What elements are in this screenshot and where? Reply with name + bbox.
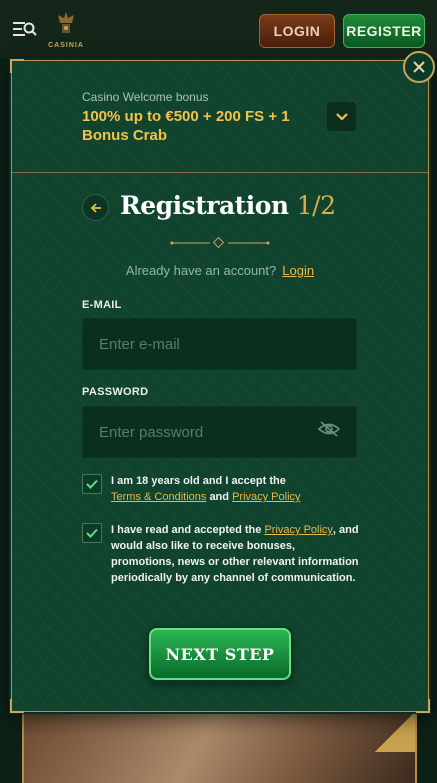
chevron-down-icon: [335, 112, 348, 121]
consent1-and: and: [209, 491, 229, 503]
privacy-link-2[interactable]: Privacy Policy: [264, 524, 332, 536]
next-step-button[interactable]: NEXT STEP: [149, 628, 291, 680]
email-label: E-MAIL: [82, 299, 122, 311]
divider-ornament: [170, 237, 270, 249]
close-button[interactable]: [403, 51, 435, 83]
consent1-text: I am 18 years old and I accept the: [111, 475, 286, 487]
page-title: Registration 1/2: [120, 191, 336, 220]
register-button[interactable]: REGISTER: [343, 14, 425, 48]
corner-ornament: [10, 699, 24, 713]
logo-text: CASINIA: [48, 42, 84, 49]
marketing-consent-text: I have read and accepted the Privacy Pol…: [111, 522, 359, 586]
account-prompt-text: Already have an account?: [125, 263, 277, 278]
casinia-logo[interactable]: CASINIA: [46, 10, 86, 52]
registration-modal: Casino Welcome bonus 100% up to €500 + 2…: [10, 59, 430, 713]
banner-ribbon: [375, 712, 415, 752]
login-link[interactable]: Login: [282, 263, 314, 278]
bonus-label: Casino Welcome bonus: [82, 90, 209, 104]
login-button[interactable]: LOGIN: [259, 14, 335, 48]
crown-logo-icon: [58, 12, 74, 33]
close-icon: [413, 61, 425, 73]
title-text: Registration: [120, 191, 289, 220]
privacy-link[interactable]: Privacy Policy: [232, 491, 300, 503]
menu-search-icon[interactable]: [12, 18, 38, 40]
top-bar: CASINIA LOGIN REGISTER: [0, 0, 437, 58]
terms-link[interactable]: Terms & Conditions: [111, 491, 206, 503]
password-label: PASSWORD: [82, 386, 149, 398]
marketing-consent-checkbox[interactable]: [82, 523, 102, 543]
arrow-left-icon: [90, 202, 101, 213]
promo-banner: [22, 712, 417, 783]
consent2-text: I have read and accepted the: [111, 524, 262, 536]
bonus-selector[interactable]: Casino Welcome bonus 100% up to €500 + 2…: [12, 61, 428, 173]
bonus-title: 100% up to €500 + 200 FS + 1 Bonus Crab: [82, 108, 290, 144]
age-terms-text: I am 18 years old and I accept the Terms…: [111, 473, 359, 505]
password-field[interactable]: [82, 406, 357, 458]
age-terms-checkbox[interactable]: [82, 474, 102, 494]
email-field[interactable]: [82, 318, 357, 370]
step-indicator: 1/2: [296, 191, 336, 220]
eye-off-icon[interactable]: [318, 421, 340, 437]
corner-ornament: [416, 699, 430, 713]
check-icon: [86, 479, 98, 489]
back-button[interactable]: [82, 194, 109, 221]
bonus-dropdown-button[interactable]: [327, 102, 356, 131]
check-icon: [86, 528, 98, 538]
login-prompt: Already have an account? Login: [12, 263, 428, 278]
